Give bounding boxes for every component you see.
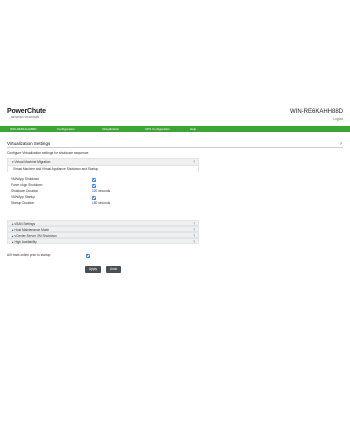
vm-shutdown-startup-label: Virtual Machine and Virtual Appliance Sh…	[8, 165, 198, 172]
vm-vapp-startup-label: VM/vApp Startup	[11, 195, 36, 199]
app-header: PowerChute NETWORK SHUTDOWN WIN-RE6KAHH8…	[7, 108, 343, 125]
logout-link[interactable]: Logout	[333, 117, 343, 121]
force-vapp-shutdown-label: Force vApp Shutdown	[11, 183, 43, 187]
nav-item-host[interactable]: WIN-RE6KAHH88D	[10, 126, 37, 132]
page-title: Virtualization Settings	[7, 141, 51, 146]
logo-text: PowerChute	[7, 108, 46, 115]
help-icon[interactable]: ?	[193, 159, 195, 165]
vm-vapp-shutdown-checkbox[interactable]	[92, 178, 96, 182]
force-vapp-shutdown-checkbox[interactable]	[92, 184, 96, 188]
shutdown-duration-value[interactable]: 120 seconds	[92, 189, 110, 194]
nav-item-configuration[interactable]: Configuration	[57, 126, 75, 132]
nav-item-virtualization[interactable]: Virtualization	[102, 126, 119, 132]
apply-button[interactable]: Apply	[85, 266, 101, 273]
powerchute-logo: PowerChute NETWORK SHUTDOWN	[7, 108, 46, 119]
shutdown-duration-label: Shutdown Duration	[11, 189, 39, 193]
logo-subtext: NETWORK SHUTDOWN	[11, 116, 40, 119]
vm-vapp-startup-checkbox[interactable]	[92, 196, 96, 200]
vm-vapp-shutdown-label: VM/vApp Shutdown	[11, 177, 39, 181]
startup-duration-label: Startup Duration	[11, 201, 35, 205]
help-icon[interactable]: ?	[340, 141, 342, 146]
page-titlebar: Virtualization Settings ?	[7, 140, 343, 148]
all-hosts-online-label: All Hosts online prior to startup	[7, 253, 51, 257]
vm-migration-header[interactable]: ▾ Virtual Machine Migration ?	[8, 159, 198, 165]
undo-button[interactable]: Undo	[106, 266, 121, 273]
vm-migration-panel: ▾ Virtual Machine Migration ? Virtual Ma…	[7, 158, 199, 172]
high-availability-section[interactable]: ▸ High Availability?	[7, 238, 199, 244]
page-description: Configure Virtualization settings for sh…	[7, 151, 90, 155]
vm-migration-label: Virtual Machine Migration	[14, 160, 51, 164]
host-name: WIN-RE6KAHH88D	[289, 109, 343, 115]
startup-duration-value[interactable]: 150 seconds	[92, 201, 110, 206]
nav-item-help[interactable]: Help	[190, 126, 196, 132]
main-navbar: WIN-RE6KAHH88D Configuration Virtualizat…	[0, 126, 350, 132]
section-label: High Availability	[14, 240, 37, 244]
all-hosts-online-checkbox[interactable]	[86, 254, 90, 258]
nav-item-ups-configuration[interactable]: UPS Configuration	[145, 126, 170, 132]
help-icon[interactable]: ?	[193, 239, 195, 245]
